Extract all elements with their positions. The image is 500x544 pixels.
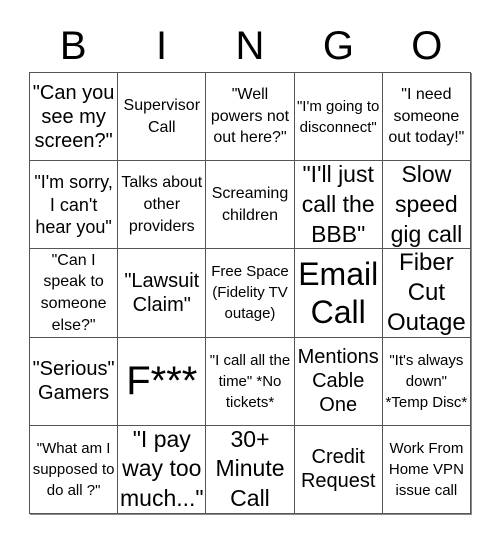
bingo-cell[interactable]: F*** xyxy=(118,337,207,426)
header-letter-i: I xyxy=(156,24,168,68)
bingo-cell[interactable]: "I'll just call the BBB" xyxy=(294,161,383,250)
header-letter-b: B xyxy=(59,24,87,68)
header-letter-g: G xyxy=(322,24,354,68)
bingo-cell[interactable]: 30+ Minute Call xyxy=(206,425,295,514)
bingo-cell[interactable]: Slow speed gig call xyxy=(382,161,471,250)
bingo-cell[interactable]: Mentions Cable One xyxy=(294,337,383,426)
bingo-cell[interactable]: Fiber Cut Outage xyxy=(382,249,471,338)
bingo-cell[interactable]: Supervisor Call xyxy=(118,73,207,162)
bingo-header: B I N G O xyxy=(29,20,471,72)
bingo-cell[interactable]: "I need someone out today!" xyxy=(382,73,471,162)
bingo-cell[interactable]: "I'm going to disconnect" xyxy=(294,73,383,162)
header-letter-n: N xyxy=(235,24,265,68)
bingo-cell[interactable]: "Can I speak to someone else?" xyxy=(30,249,119,338)
bingo-cell[interactable]: "Lawsuit Claim" xyxy=(118,249,207,338)
bingo-cell[interactable]: "Well powers not out here?" xyxy=(206,73,295,162)
bingo-cell[interactable]: Screaming children xyxy=(206,161,295,250)
bingo-cell[interactable]: "What am I supposed to do all ?" xyxy=(30,425,119,514)
bingo-cell[interactable]: Credit Request xyxy=(294,425,383,514)
bingo-cell[interactable]: Work From Home VPN issue call xyxy=(382,425,471,514)
bingo-cell[interactable]: "I call all the time" *No tickets* xyxy=(206,337,295,426)
bingo-cell[interactable]: Email Call xyxy=(294,249,383,338)
bingo-cell[interactable]: Talks about other providers xyxy=(118,161,207,250)
bingo-cell[interactable]: "I'm sorry, I can't hear you" xyxy=(30,161,119,250)
header-letter-o: O xyxy=(411,24,443,68)
bingo-cell[interactable]: "I pay way too much..." xyxy=(118,425,207,514)
bingo-cell[interactable]: "Can you see my screen?" xyxy=(30,73,119,162)
free-space-cell[interactable]: Free Space (Fidelity TV outage) xyxy=(206,249,295,338)
bingo-cell[interactable]: "It's always down" *Temp Disc* xyxy=(382,337,471,426)
bingo-cell[interactable]: "Serious" Gamers xyxy=(30,337,119,426)
bingo-card-grid: "Can you see my screen?" Supervisor Call… xyxy=(29,72,471,514)
